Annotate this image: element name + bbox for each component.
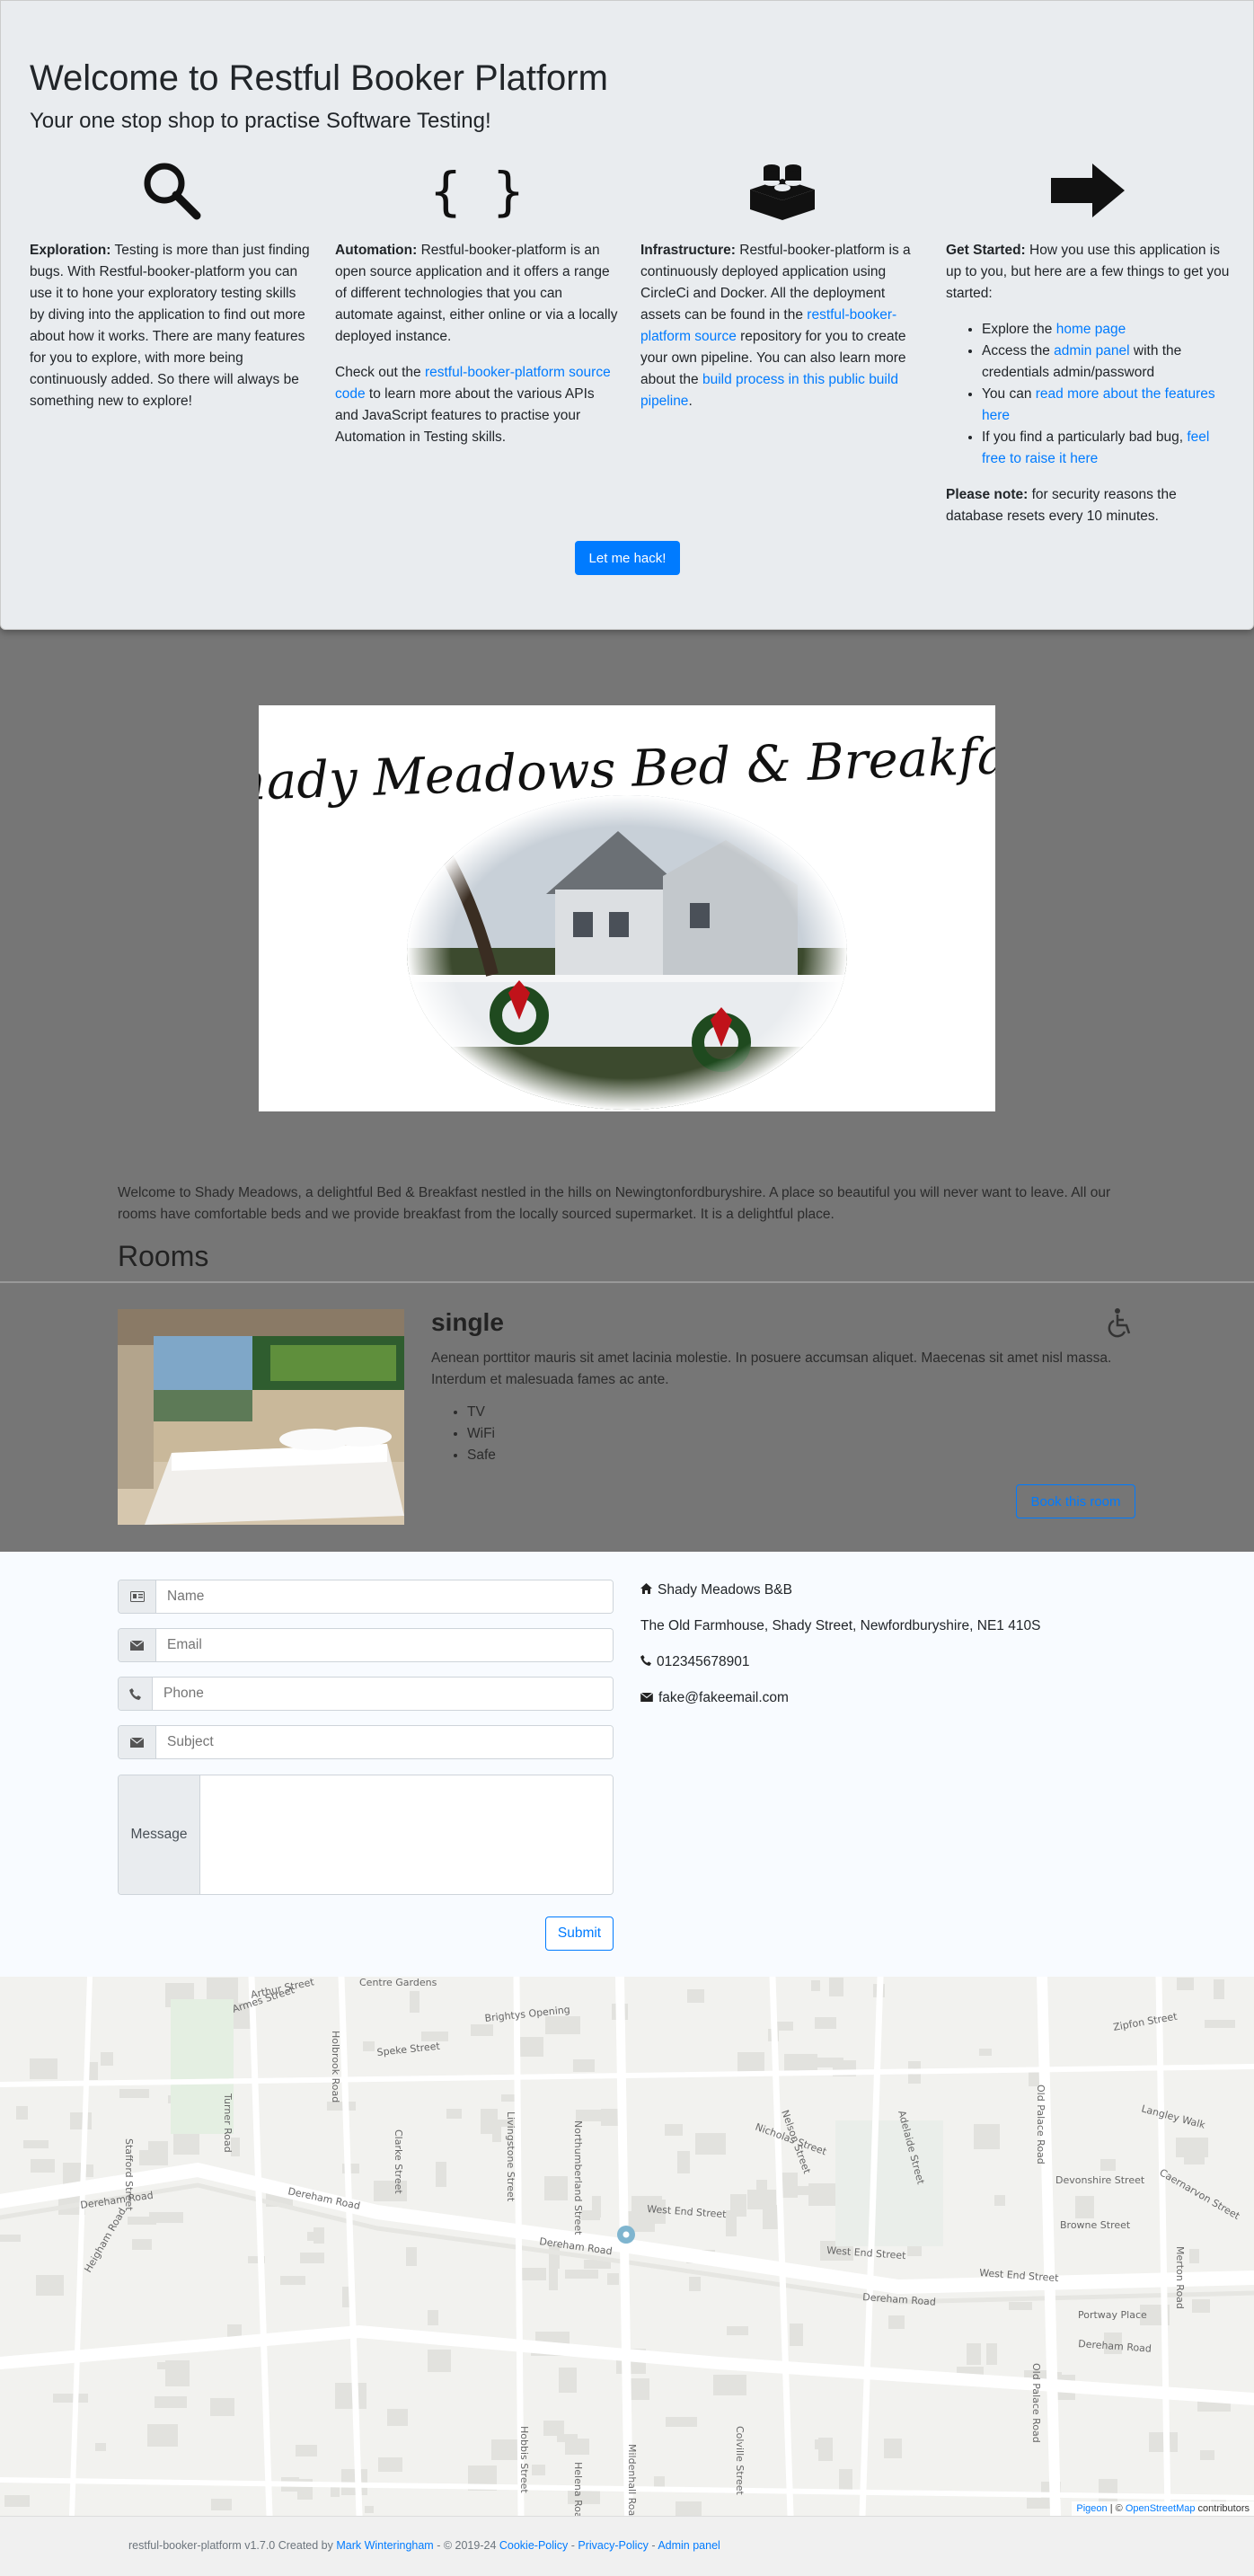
admin-panel-link[interactable]: admin panel (1054, 343, 1129, 359)
street-label: Helena Road (572, 2462, 584, 2516)
exploration-column: Exploration: Testing is more than just f… (30, 154, 314, 427)
welcome-title: Welcome to Restful Booker Platform (30, 58, 608, 98)
room-title: single (431, 1308, 504, 1336)
phone-icon (640, 1654, 651, 1670)
list-item: Access the admin panel with the credenti… (982, 341, 1230, 384)
street-label: Devonshire Street (1055, 2174, 1145, 2186)
email-input[interactable] (156, 1629, 613, 1661)
id-card-icon (119, 1580, 156, 1613)
street-label: Mildenhall Road (626, 2444, 638, 2516)
welcome-subtitle: Your one stop shop to practise Software … (30, 109, 491, 133)
get-started-column: Get Started: How you use this applicatio… (946, 154, 1230, 542)
street-label: Colville Street (734, 2426, 746, 2496)
list-item: You can read more about the features her… (982, 384, 1230, 427)
street-label: Browne Street (1060, 2219, 1131, 2231)
get-started-text: Get Started: How you use this applicatio… (946, 243, 1230, 301)
home-icon (640, 1582, 652, 1598)
envelope-icon (119, 1726, 156, 1758)
rooms-heading: Rooms (118, 1240, 209, 1272)
curly-braces-icon: {{ }} (335, 154, 619, 227)
room-image (118, 1309, 404, 1525)
room-features: TV WiFi Safe (467, 1402, 496, 1466)
envelope-icon (640, 1690, 654, 1706)
street-label: Holbrook Road (330, 2031, 341, 2102)
phone-icon (119, 1677, 153, 1710)
wheelchair-icon (1107, 1307, 1134, 1342)
street-label: Hobbis Street (518, 2426, 530, 2493)
street-label: Portway Place (1078, 2309, 1147, 2321)
contact-email: fake@fakeemail.com (640, 1690, 789, 1706)
submit-button[interactable]: Submit (545, 1917, 614, 1951)
room-feature: Safe (467, 1445, 496, 1466)
street-label: Merton Road (1174, 2246, 1186, 2309)
subject-field-group (118, 1725, 614, 1759)
contact-section (0, 1552, 1254, 1977)
openstreetmap-link[interactable]: OpenStreetMap (1126, 2503, 1196, 2514)
arrow-right-icon (946, 154, 1230, 227)
automation-source-text: Check out the restful-booker-platform so… (335, 365, 611, 445)
contact-address: The Old Farmhouse, Shady Street, Newford… (640, 1618, 1041, 1633)
home-page-link[interactable]: home page (1056, 322, 1126, 337)
privacy-policy-link[interactable]: Privacy-Policy (578, 2539, 649, 2552)
name-field-group (118, 1580, 614, 1614)
list-item: If you find a particularly bad bug, feel… (982, 427, 1230, 470)
book-room-button[interactable]: Book this room (1016, 1484, 1135, 1518)
cookie-policy-link[interactable]: Cookie-Policy (499, 2539, 568, 2552)
street-label: Stafford Street (123, 2138, 135, 2211)
magnifier-icon (30, 154, 314, 227)
contact-name: Shady Meadows B&B (640, 1582, 792, 1598)
message-field-group: Message (118, 1775, 614, 1895)
message-textarea[interactable] (200, 1775, 613, 1894)
infrastructure-text: Infrastructure: Restful-booker-platform … (640, 243, 911, 409)
street-label: Clarke Street (393, 2129, 404, 2194)
list-item: Explore the home page (982, 319, 1230, 341)
map-pin-icon (617, 2226, 635, 2244)
name-input[interactable] (156, 1580, 613, 1613)
subject-input[interactable] (156, 1726, 613, 1758)
automation-text: Automation: Restful-booker-platform is a… (335, 243, 618, 344)
contact-phone: 012345678901 (640, 1654, 749, 1670)
rooms-divider (0, 1281, 1254, 1283)
infrastructure-column: Infrastructure: Restful-booker-platform … (640, 154, 924, 427)
pigeon-link[interactable]: Pigeon (1076, 2503, 1107, 2514)
automation-column: {{ }} Automation: Restful-booker-platfor… (335, 154, 619, 463)
street-label: Livingstone Street (505, 2111, 517, 2202)
location-map[interactable]: Dereham Road Dereham Road Dereham Road Dere… (0, 1977, 1254, 2516)
map-attribution: Pigeon | © OpenStreetMap contributors (1072, 2501, 1254, 2516)
street-label: Northumberland Street (572, 2120, 584, 2235)
room-description: Aenean porttitor mauris sit amet lacinia… (431, 1350, 1112, 1387)
author-link[interactable]: Mark Winteringham (336, 2539, 433, 2552)
street-label: Turner Road (222, 2093, 234, 2153)
security-note: Please note: for security reasons the da… (946, 487, 1177, 524)
footer-text: restful-booker-platform v1.7.0 Created b… (128, 2539, 720, 2552)
phone-input[interactable] (153, 1677, 613, 1710)
get-started-list: Explore the home page Access the admin p… (982, 319, 1230, 470)
welcome-modal: Welcome to Restful Booker Platform Your … (0, 0, 1254, 630)
hotel-logo-image: Shady Meadows Bed & Breakfast (259, 705, 995, 1111)
room-feature: WiFi (467, 1423, 496, 1445)
street-label: Old Palace Road (1030, 2363, 1042, 2443)
admin-panel-footer-link[interactable]: Admin panel (658, 2539, 720, 2552)
email-field-group (118, 1628, 614, 1662)
phone-field-group (118, 1677, 614, 1711)
street-label: Old Palace Road (1035, 2085, 1046, 2164)
intro-text: Welcome to Shady Meadows, a delightful B… (118, 1185, 1111, 1222)
let-me-hack-button[interactable]: Let me hack! (575, 541, 680, 575)
footer: restful-booker-platform v1.7.0 Created b… (0, 2516, 1254, 2576)
svg-text:{{ }}: {{ }} (432, 161, 522, 222)
exploration-text: Exploration: Testing is more than just f… (30, 243, 310, 409)
street-label: Centre Gardens (359, 1977, 437, 1988)
lego-brick-icon (640, 154, 924, 227)
room-feature: TV (467, 1402, 496, 1423)
envelope-icon (119, 1629, 156, 1661)
message-label: Message (119, 1775, 200, 1894)
